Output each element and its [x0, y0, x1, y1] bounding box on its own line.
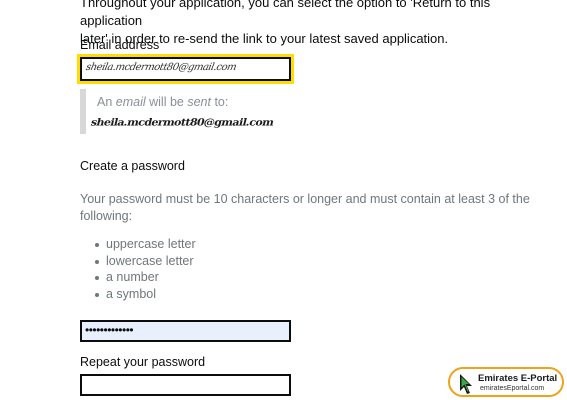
email-field[interactable]: sheila.mcdermott80@gmail.com — [77, 54, 294, 84]
repeat-password-field[interactable] — [80, 374, 291, 396]
requirement-item: lowercase letter — [95, 253, 196, 270]
requirement-item: uppercase letter — [95, 236, 196, 253]
watermark-title: Emirates E-Portal — [478, 373, 558, 384]
password-field-value: ••••••••••••• — [85, 323, 134, 337]
repeat-password-label: Repeat your password — [80, 355, 206, 369]
email-inset: An email will be sent to: sheila.mcdermo… — [80, 89, 330, 134]
cursor-icon — [460, 374, 472, 394]
password-hint: Your password must be 10 characters or l… — [80, 192, 530, 223]
requirement-item: a number — [95, 269, 196, 286]
inset-email-value: sheila.mcdermott80@gmail.com — [89, 116, 275, 129]
password-field[interactable]: ••••••••••••• — [80, 320, 291, 342]
requirement-item: a symbol — [95, 286, 196, 303]
password-requirements: uppercase letter lowercase letter a numb… — [95, 236, 196, 302]
inset-label: An email will be sent to: — [97, 95, 229, 109]
email-label: Email address — [80, 38, 160, 52]
email-field-value: sheila.mcdermott80@gmail.com — [84, 62, 238, 73]
create-password-heading: Create a password — [80, 159, 185, 173]
intro-line-1: Throughout your application, you can sel… — [80, 0, 491, 28]
watermark-url: emiratesEportal.com — [480, 385, 545, 392]
emirates-eportal-watermark: Emirates E-Portal emiratesEportal.com — [448, 367, 564, 397]
